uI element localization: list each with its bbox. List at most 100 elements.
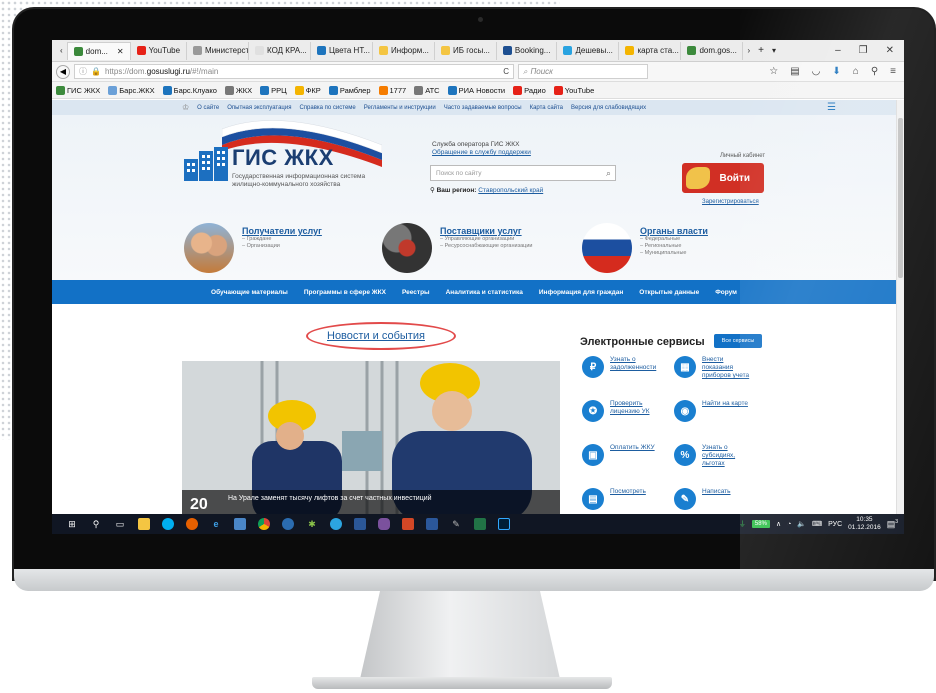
downloads-icon[interactable]: ⬇ — [832, 66, 840, 77]
logo-title[interactable]: ГИС ЖКХ — [232, 145, 334, 171]
category-authorities[interactable]: Органы власти – Федеральные – Региональн… — [582, 223, 708, 273]
category-sub[interactable]: – Муниципальные — [640, 250, 708, 257]
bookmark-item[interactable]: ФКР — [294, 85, 321, 95]
ie-icon[interactable]: e — [204, 514, 228, 534]
browser-tab[interactable]: карта ста... — [619, 41, 682, 60]
tab-scroll-left-icon[interactable]: ‹ — [56, 46, 67, 55]
browser-tab[interactable]: dom... ✕ — [66, 41, 131, 60]
maximize-button[interactable]: ❐ — [859, 45, 868, 56]
category-sub[interactable]: – Организации — [242, 243, 322, 250]
category-sub[interactable]: – Ресурсоснабжающие организации — [440, 243, 532, 250]
viber-icon[interactable] — [372, 514, 396, 534]
service-label[interactable]: Найти на карте — [702, 400, 750, 408]
powerpoint-icon[interactable] — [396, 514, 420, 534]
bookmark-item[interactable]: Радио — [513, 85, 546, 95]
gear-icon[interactable] — [276, 514, 300, 534]
bookmark-item[interactable]: Рамблер — [328, 85, 371, 95]
category-sub[interactable]: – Граждане — [242, 236, 322, 243]
main-menu-item[interactable]: Открытые данные — [639, 289, 699, 296]
service-item[interactable]: ▣ Оплатить ЖКУ — [582, 444, 658, 466]
word-icon[interactable] — [420, 514, 444, 534]
category-recipients[interactable]: Получатели услуг – Граждане – Организаци… — [184, 223, 322, 273]
top-link[interactable]: О сайте — [197, 105, 219, 111]
main-menu-item[interactable]: Реестры — [402, 289, 430, 296]
doc-icon[interactable]: ▤ — [582, 488, 604, 510]
new-tab-button[interactable]: + — [754, 45, 768, 56]
main-menu-item[interactable]: Обучающие материалы — [211, 289, 288, 296]
bookmark-item[interactable]: Барс.ЖКХ — [108, 85, 155, 95]
network-icon[interactable]: ◔ — [787, 521, 791, 528]
firefox-icon[interactable] — [180, 514, 204, 534]
service-item[interactable]: ▦ Внести показания приборов учета — [674, 356, 750, 380]
app-icon[interactable] — [228, 514, 252, 534]
service-label[interactable]: Оплатить ЖКУ — [610, 444, 658, 452]
category-title[interactable]: Получатели услуг — [242, 226, 322, 236]
search-icon[interactable]: ⚲ — [84, 514, 108, 534]
bookmark-item[interactable]: РРЦ — [260, 85, 287, 95]
service-item[interactable]: ✪ Проверить лицензию УК — [582, 400, 658, 422]
service-label[interactable]: Узнать о субсидиях, льготах — [702, 444, 750, 468]
browser-tab[interactable]: Booking... — [497, 41, 558, 60]
service-label[interactable]: Внести показания приборов учета — [702, 356, 750, 380]
browser-tab[interactable]: ИБ госы... — [435, 41, 497, 60]
pocket-icon[interactable]: ◡ — [812, 66, 821, 77]
page-scrollbar[interactable] — [896, 100, 904, 514]
service-item[interactable]: % Узнать о субсидиях, льготах — [674, 444, 750, 468]
reload-icon[interactable]: C — [503, 67, 509, 76]
service-item[interactable]: ₽ Узнать о задолженности — [582, 356, 658, 378]
top-link[interactable]: Версия для слабовидящих — [571, 105, 646, 111]
wallet-icon[interactable]: ▣ — [582, 444, 604, 466]
category-providers[interactable]: Поставщики услуг – Управляющие организац… — [382, 223, 532, 273]
home-icon[interactable]: ⌂ — [853, 66, 859, 77]
battery-indicator[interactable]: 58% — [751, 520, 770, 528]
news-photo[interactable]: На Урале заменят тысячу лифтов за счет ч… — [182, 361, 560, 514]
reading-list-icon[interactable]: ▤ — [790, 66, 799, 77]
all-services-button[interactable]: Все сервисы — [714, 334, 762, 348]
top-link[interactable]: Регламенты и инструкции — [364, 105, 436, 111]
browser-tab[interactable]: КОД КРА... — [249, 41, 312, 60]
category-sub[interactable]: – Региональные — [640, 243, 708, 250]
category-sub[interactable]: – Федеральные — [640, 236, 708, 243]
service-item[interactable]: ◉ Найти на карте — [674, 400, 750, 422]
service-label[interactable]: Проверить лицензию УК — [610, 400, 658, 416]
search-icon[interactable]: ⌕ — [606, 168, 611, 179]
address-bar[interactable]: ⓘ 🔒 https://dom.gosuslugi.ru/#!/main C — [74, 64, 514, 79]
browser-tab[interactable]: Информ... — [373, 41, 436, 60]
back-button[interactable]: ◀ — [56, 64, 70, 79]
close-window-button[interactable]: ✕ — [886, 45, 894, 56]
photoshop-icon[interactable] — [492, 514, 516, 534]
extensions-icon[interactable]: ⚲ — [871, 66, 878, 77]
minimize-button[interactable]: – — [835, 45, 841, 56]
bookmark-item[interactable]: РИА Новости — [447, 85, 505, 95]
telegram-icon[interactable] — [324, 514, 348, 534]
tab-scroll-right-icon[interactable]: › — [743, 46, 754, 55]
chrome-icon[interactable] — [252, 514, 276, 534]
register-link[interactable]: Зарегистрироваться — [702, 199, 759, 205]
browser-tab[interactable]: Министерств... — [187, 41, 250, 60]
top-link[interactable]: Карта сайта — [530, 105, 563, 111]
photo-app-icon[interactable]: ✱ — [300, 514, 324, 534]
bookmark-item[interactable]: 1777 — [378, 85, 406, 95]
hamburger-menu-icon[interactable]: ☰ — [827, 102, 836, 113]
vs-icon[interactable] — [348, 514, 372, 534]
support-link[interactable]: Обращение в службу поддержки — [432, 149, 531, 156]
top-link[interactable]: Часто задаваемые вопросы — [444, 105, 522, 111]
file-explorer-icon[interactable] — [132, 514, 156, 534]
service-item[interactable]: ▤ Посмотреть — [582, 488, 658, 510]
browser-search-input[interactable]: ⌕ Поиск — [518, 64, 648, 79]
volume-icon[interactable]: 🔈 — [797, 520, 806, 528]
service-item[interactable]: ✎ Написать — [674, 488, 750, 510]
bookmark-item[interactable]: ГИС ЖКХ — [56, 85, 100, 95]
bookmark-item[interactable]: YouTube — [553, 85, 594, 95]
input-icon[interactable]: ⌨ — [812, 520, 822, 528]
bookmark-star-icon[interactable]: ☆ — [769, 66, 778, 77]
tab-list-icon[interactable]: ▾ — [768, 46, 780, 55]
meter-icon[interactable]: ▦ — [674, 356, 696, 378]
info-icon[interactable]: ⓘ — [79, 66, 87, 77]
news-heading[interactable]: Новости и события — [327, 330, 425, 342]
main-menu-item[interactable]: Форум — [715, 289, 737, 296]
service-label[interactable]: Узнать о задолженности — [610, 356, 658, 372]
skype-icon[interactable] — [156, 514, 180, 534]
task-view-icon[interactable]: ▭ — [108, 514, 132, 534]
category-title[interactable]: Органы власти — [640, 226, 708, 236]
